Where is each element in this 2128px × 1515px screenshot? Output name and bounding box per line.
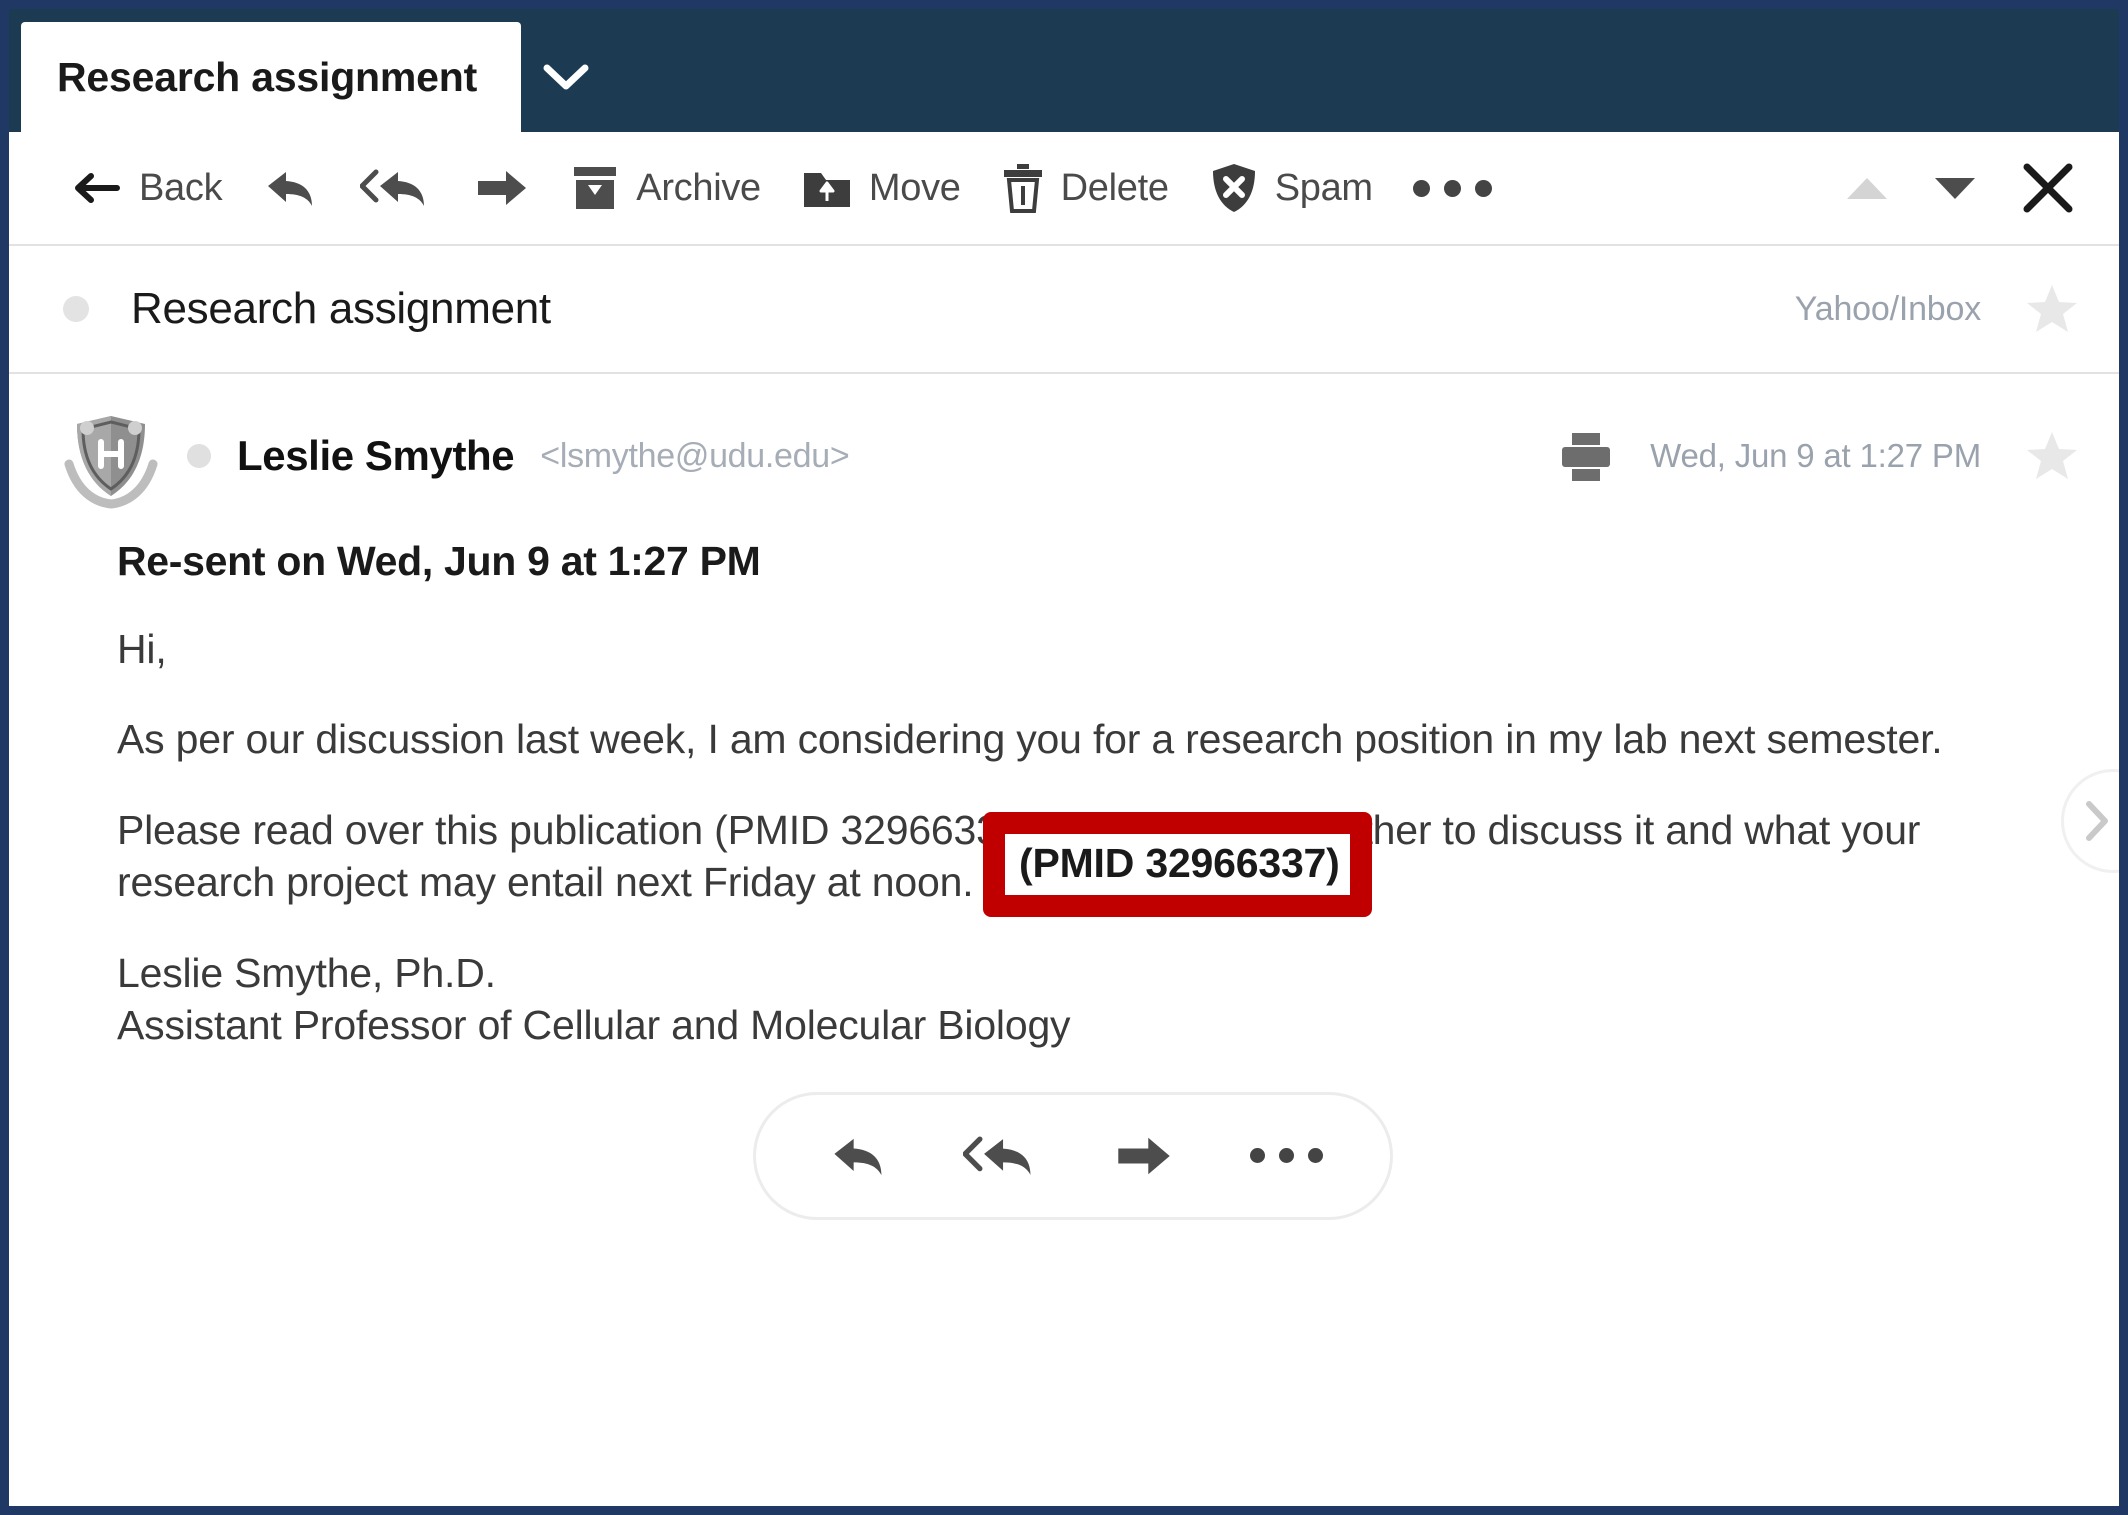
subject-row: Research assignment Yahoo/Inbox [9,246,2119,374]
back-button[interactable]: Back [51,161,242,216]
star-icon[interactable] [2025,429,2079,483]
triangle-up-icon [1843,172,1891,204]
pmid-highlight-text: (PMID 32966337) [1019,839,1340,886]
reply-all-button[interactable] [340,158,454,218]
dot [1412,179,1430,197]
previous-message-button[interactable] [1823,166,1911,210]
spam-shield-icon [1209,162,1259,214]
email-client-window: Research assignment Back Archive Move De… [0,0,2128,1515]
message-header-actions: Wed, Jun 9 at 1:27 PM [1558,429,2089,483]
chevron-down-icon[interactable] [521,22,611,132]
pmid-highlight-box: (PMID 32966337) [983,811,1372,917]
close-button[interactable] [1999,153,2097,223]
reply-button[interactable] [242,158,340,218]
next-message-button[interactable] [1911,166,1999,210]
resent-line: Re-sent on Wed, Jun 9 at 1:27 PM [117,538,761,584]
spam-label: Spam [1274,166,1373,209]
message-timestamp: Wed, Jun 9 at 1:27 PM [1650,437,1981,474]
dot [1443,179,1461,197]
dot [1250,1148,1266,1164]
arrow-left-icon [71,168,123,208]
reply-all-icon [360,164,434,212]
tab-label: Research assignment [57,53,478,100]
move-label: Move [868,166,961,209]
more-options-icon [1412,179,1492,197]
signature-title: Assistant Professor of Cellular and Mole… [117,1002,1071,1049]
back-label: Back [139,166,223,209]
chevron-right-icon [2083,799,2119,843]
greeting-text: Hi, [117,626,167,672]
tab-bar: Research assignment [9,9,2119,132]
bottom-reply-all-button[interactable] [947,1106,1057,1206]
signature-block: Leslie Smythe, Ph.D. Assistant Professor… [117,947,2017,1052]
archive-label: Archive [636,166,761,209]
archive-icon [570,163,620,213]
signature-name: Leslie Smythe, Ph.D. [117,949,496,996]
dot [1308,1148,1324,1164]
sender-status-dot [187,444,211,468]
bottom-actions [117,1091,2029,1220]
star-icon[interactable] [2025,282,2079,336]
sender-email: <lsmythe@udu.edu> [540,436,850,475]
move-folder-icon [801,165,853,211]
tab-research-assignment[interactable]: Research assignment [21,22,522,132]
dot [1279,1148,1295,1164]
forward-icon [474,166,530,210]
delete-button[interactable]: Delete [981,156,1189,220]
unread-status-dot[interactable] [63,296,89,322]
body-paragraph-1: As per our discussion last week, I am co… [117,716,1943,763]
folder-breadcrumb: Yahoo/Inbox [1794,289,1981,328]
university-crest-avatar [57,402,165,510]
print-icon[interactable] [1558,429,1614,483]
move-button[interactable]: Move [781,159,981,217]
message-header: Leslie Smythe <lsmythe@udu.edu> Wed, Jun… [9,374,2119,520]
bottom-reply-button[interactable] [804,1106,914,1206]
archive-button[interactable]: Archive [550,157,781,219]
spam-button[interactable]: Spam [1189,156,1393,220]
page-title: Research assignment [131,284,551,333]
sender-name: Leslie Smythe [237,432,515,479]
delete-label: Delete [1060,166,1169,209]
bottom-forward-button[interactable] [1089,1106,1199,1206]
dot [1474,179,1492,197]
close-icon [2019,159,2077,217]
message-body: Re-sent on Wed, Jun 9 at 1:27 PM Hi, As … [9,520,2119,1220]
forward-button[interactable] [454,160,550,216]
more-options-button[interactable] [1393,174,1512,203]
more-options-icon [1250,1148,1324,1164]
triangle-down-icon [1931,172,1979,204]
trash-icon [1001,162,1045,214]
message-toolbar: Back Archive Move Delete Spam [9,132,2119,246]
reply-icon [262,164,320,212]
bottom-more-options-button[interactable] [1232,1106,1342,1206]
actions-pill [753,1091,1393,1220]
